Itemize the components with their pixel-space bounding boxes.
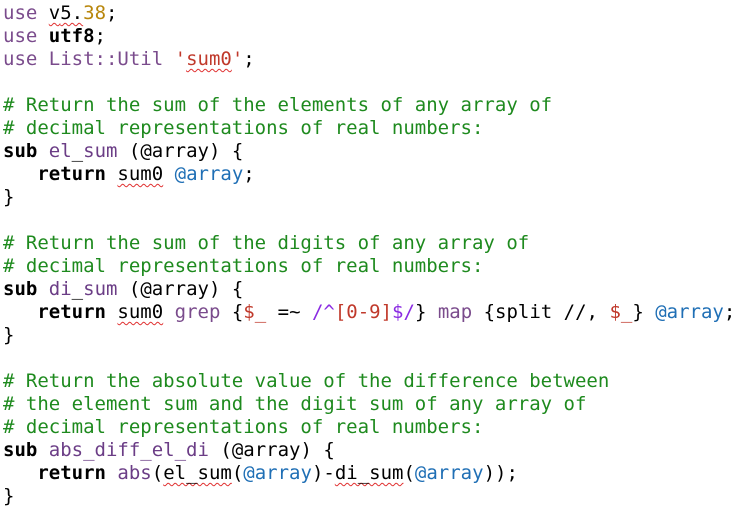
paren: ( [151,462,164,484]
comment-line: # Return the sum of the elements of any … [3,94,553,116]
sub-signature: (@array) { [117,140,244,162]
quote-open: ' [174,48,187,70]
version-major: 5. [60,2,84,24]
comment-line: # Return the sum of the digits of any ar… [3,232,530,254]
use-keyword: use [3,2,38,24]
brace: } [632,301,656,323]
map-keyword: map [437,301,473,323]
comment-line: # the element sum and the digit sum of a… [3,393,587,415]
grep-keyword: grep [174,301,221,323]
return-keyword: return [37,462,106,484]
sub-name-part: el [48,140,72,162]
code-editor[interactable]: use v5.38; use utf8; use List::Util 'sum… [0,0,740,512]
brace: } [414,301,438,323]
topic-variable: $_ [609,301,633,323]
underscore: _ [71,278,84,300]
sub-signature: (@array) { [117,278,244,300]
code-line-2: use utf8; [0,25,740,48]
paren: ( [403,462,415,484]
comment-line: # decimal representations of real number… [3,117,484,139]
sub-declaration: sub di_sum (@array) { [0,278,740,301]
sub-name-part: di [48,278,72,300]
split-expression: {split //, [472,301,610,323]
quote-close: ' [231,48,244,70]
sub-keyword: sub [3,140,38,162]
underscore: _ [71,140,84,162]
paren: ( [231,462,244,484]
closing-brace: } [3,186,15,208]
import-name: sum0 [186,48,232,70]
brace: { [220,301,244,323]
array-variable: @array [655,301,724,323]
code-line-3: use List::Util 'sum0'; [0,48,740,71]
match-operator: =~ [266,301,312,323]
regex-open: /^ [311,301,335,323]
topic-variable: $_ [243,301,267,323]
comment-line: # decimal representations of real number… [3,255,484,277]
return-line: return sum0 grep {$_ =~ /^[0-9]$/} map {… [0,301,740,324]
version-prefix: v [48,2,61,24]
function-call: sum0 [117,301,164,323]
array-variable: @array [414,462,484,484]
sub-declaration: sub el_sum (@array) { [0,140,740,163]
closing-brace: } [3,485,15,507]
sub-name: abs_diff_el_di [48,439,209,461]
semicolon: ; [243,163,255,185]
function-call: el_sum [163,462,232,484]
semicolon: ; [723,301,736,323]
comment-line: # Return the absolute value of the diffe… [3,370,610,392]
semicolon: ; [94,25,106,47]
return-line: return abs(el_sum(@array)-di_sum(@array)… [0,462,740,485]
semicolon: ; [243,48,255,70]
version-token: v5. [49,2,83,24]
array-variable: @array [243,462,312,484]
sub-signature: (@array) { [208,439,335,461]
semicolon: ; [106,2,118,24]
function-call: di_sum [334,462,404,484]
sub-name-part: sum [83,140,118,162]
function-call: sum0 [117,163,164,185]
regex-close: $/ [392,301,415,323]
sub-keyword: sub [3,278,38,300]
regex-class: [0-9] [334,301,393,323]
sub-declaration: sub abs_diff_el_di (@array) { [0,439,740,462]
array-variable: @array [174,163,244,185]
version-minor: 38 [83,2,107,24]
closing-brace: } [3,324,15,346]
return-keyword: return [37,301,106,323]
comment-line: # decimal representations of real number… [3,416,484,438]
return-keyword: return [37,163,106,185]
use-keyword: use [3,25,38,47]
sub-name-part: sum [83,278,118,300]
sub-keyword: sub [3,439,38,461]
paren: )); [483,462,518,484]
module-name: List::Util [48,48,164,70]
return-line: return sum0 @array; [0,163,740,186]
code-line-1: use v5.38; [0,2,740,25]
abs-function: abs [117,462,152,484]
paren: )- [311,462,335,484]
use-keyword: use [3,48,38,70]
module-name: utf8 [48,25,95,47]
